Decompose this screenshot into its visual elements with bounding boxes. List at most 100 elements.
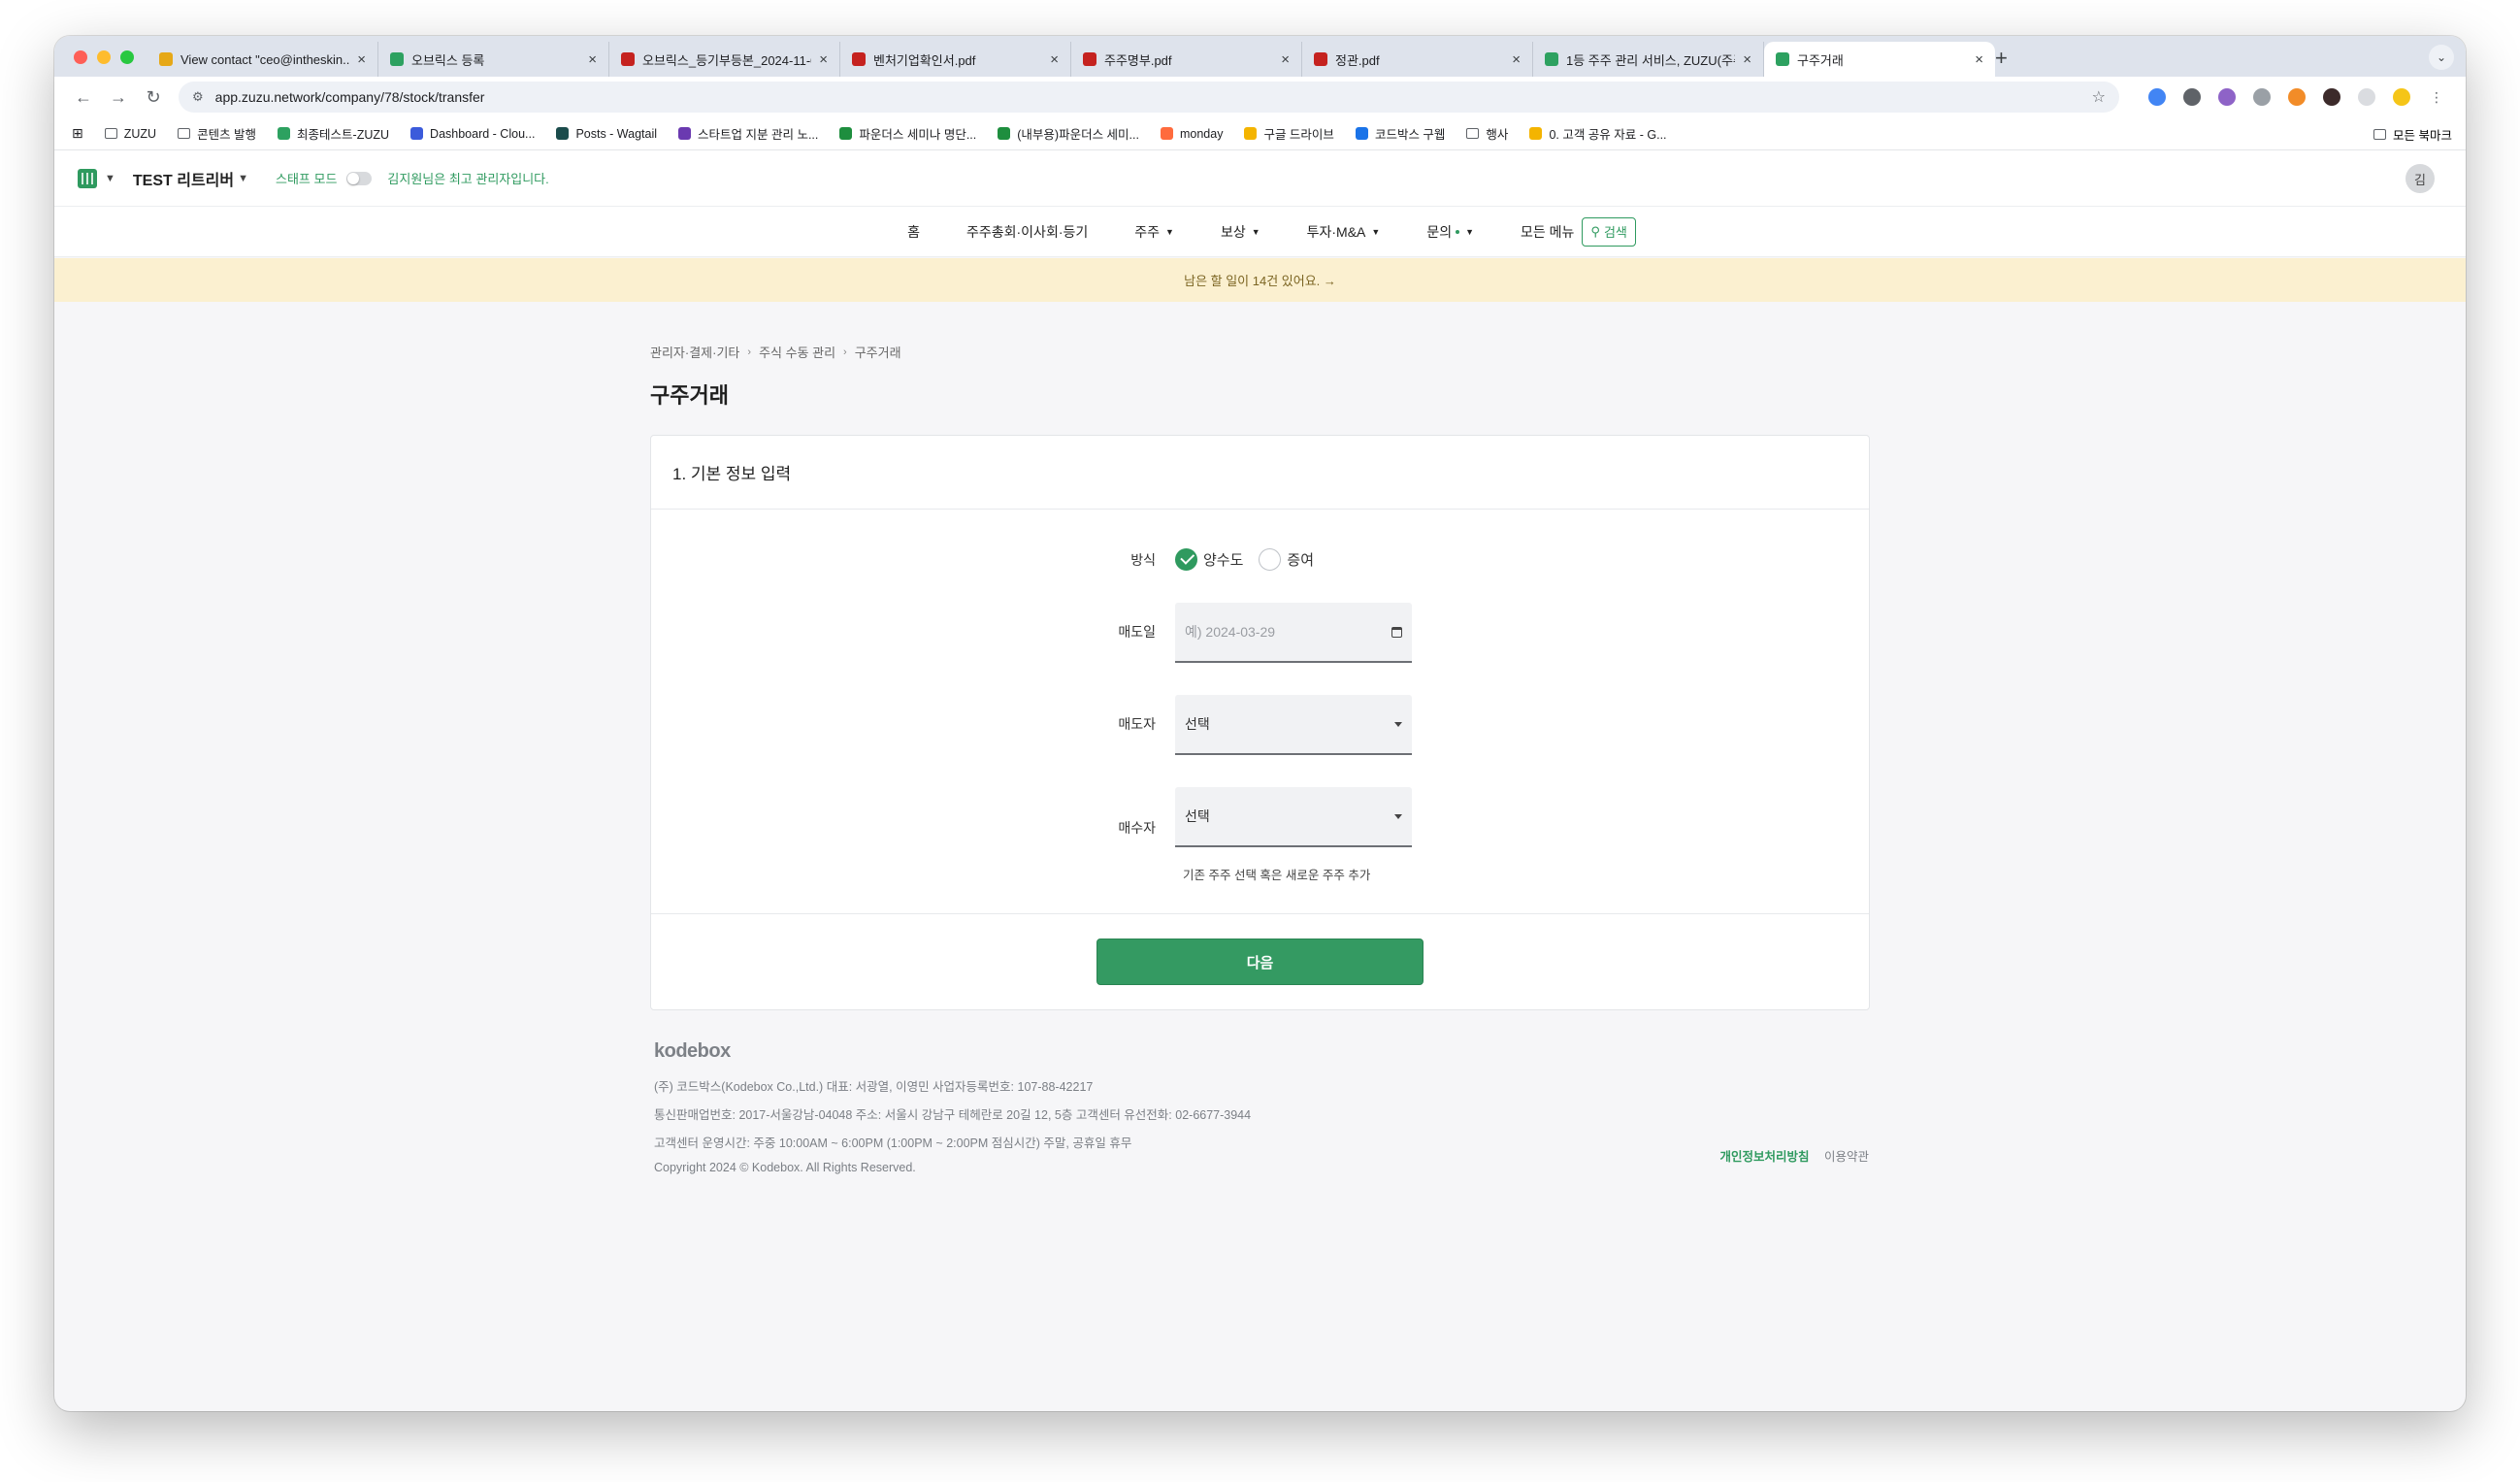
user-avatar[interactable]: 김 (2405, 164, 2435, 193)
notice-text[interactable]: 남은 할 일이 14건 있어요. → (1184, 271, 1336, 289)
extension-icon[interactable] (2323, 88, 2340, 106)
bookmark-item[interactable]: (내부용)파운더스 세미... (998, 124, 1139, 143)
bookmark-item[interactable]: 행사 (1466, 124, 1508, 143)
bookmark-item[interactable]: ZUZU (104, 127, 156, 141)
minimize-window-button[interactable] (97, 50, 111, 64)
bookmark-label: Dashboard - Clou... (430, 126, 536, 141)
browser-tab[interactable]: 벤처기업확인서.pdf × (840, 42, 1071, 77)
seller-select-value[interactable]: 선택 (1185, 714, 1394, 734)
nav-item-inquiry[interactable]: 문의 ▼ (1426, 222, 1474, 242)
site-info-icon[interactable]: ⚙ (192, 89, 204, 105)
bookmark-item[interactable]: 스타트업 지분 관리 노... (678, 124, 818, 143)
close-tab-icon[interactable]: × (1512, 51, 1521, 68)
breadcrumb-item[interactable]: 주식 수동 관리 (759, 343, 835, 361)
close-tab-icon[interactable]: × (357, 51, 366, 68)
bookmark-item[interactable]: monday (1160, 127, 1223, 141)
close-tab-icon[interactable]: × (588, 51, 597, 68)
todo-notice-banner[interactable]: 남은 할 일이 14건 있어요. → (54, 258, 2466, 302)
privacy-policy-link[interactable]: 개인정보처리방침 (1719, 1150, 1809, 1164)
tab-title: 오브릭스 등록 (411, 52, 485, 68)
radio-gift[interactable] (1259, 548, 1282, 571)
bookmark-item[interactable]: 구글 드라이브 (1244, 124, 1334, 143)
address-bar[interactable]: ⚙ app.zuzu.network/company/78/stock/tran… (179, 82, 2119, 113)
caret-down-icon[interactable] (1394, 813, 1402, 819)
browser-tab[interactable]: View contact "ceo@intheskin... × (147, 42, 378, 77)
radio-gift-label[interactable]: 증여 (1287, 549, 1314, 570)
browser-tab[interactable]: 주주명부.pdf × (1071, 42, 1302, 77)
tab-strip: View contact "ceo@intheskin... × 오브릭스 등록 ×… (54, 36, 2466, 77)
nav-item-meetings[interactable]: 주주총회·이사회·등기 (966, 222, 1088, 242)
chevron-down-icon[interactable]: ▼ (105, 173, 115, 184)
tab-favicon-icon (1314, 52, 1327, 66)
bookmarks-bar: ⊞ ZUZU 콘텐츠 발행 최종테스트-ZUZU Dashboard - Clou..… (54, 117, 2466, 150)
terms-link[interactable]: 이용약관 (1824, 1150, 1869, 1164)
browser-tab[interactable]: 정관.pdf × (1302, 42, 1533, 77)
apps-grid-icon[interactable]: ⊞ (72, 125, 83, 142)
url-text[interactable]: app.zuzu.network/company/78/stock/transf… (215, 89, 2092, 105)
extension-icon[interactable] (2183, 88, 2201, 106)
chevron-down-icon[interactable]: ▼ (238, 173, 248, 184)
all-bookmarks[interactable]: 모든 북마크 (2373, 117, 2452, 150)
back-arrow-icon[interactable]: ← (66, 87, 101, 108)
staff-mode-toggle[interactable] (346, 171, 373, 185)
breadcrumb-item[interactable]: 관리자·결제·기타 (650, 343, 739, 361)
new-tab-icon[interactable]: + (1995, 46, 2008, 71)
close-window-button[interactable] (74, 50, 87, 64)
nav-item-home[interactable]: 홈 (907, 222, 920, 242)
footer-line: 고객센터 운영시간: 주중 10:00AM ~ 6:00PM (1:00PM ~… (654, 1136, 1132, 1150)
nav-item-compensation[interactable]: 보상 ▼ (1221, 222, 1260, 242)
amazon-extension-icon[interactable] (2288, 88, 2306, 106)
buyer-select-value[interactable]: 선택 (1185, 807, 1394, 826)
nav-item-shareholders[interactable]: 주주 ▼ (1134, 222, 1174, 242)
radio-transfer-label[interactable]: 양수도 (1203, 549, 1243, 570)
bookmark-favicon-icon (410, 127, 424, 140)
footer-line: (주) 코드박스(Kodebox Co.,Ltd.) 대표: 서광열, 이영민 … (654, 1080, 1094, 1094)
bookmark-item[interactable]: 콘텐츠 발행 (178, 124, 256, 143)
nav-item-all-menu[interactable]: 모든 메뉴 (1521, 222, 1574, 242)
nav-item-investment[interactable]: 투자·M&A ▼ (1307, 222, 1381, 242)
close-tab-icon[interactable]: × (1050, 51, 1059, 68)
browser-tab[interactable]: 오브릭스_등기부등본_2024-11-0... × (609, 42, 840, 77)
translate-extension-icon[interactable] (2148, 88, 2166, 106)
caret-down-icon[interactable] (1394, 721, 1402, 727)
browser-tab[interactable]: 1등 주주 관리 서비스, ZUZU(주주) × (1533, 42, 1764, 77)
sale-date-input[interactable]: 예) 2024-03-29 (1175, 603, 1412, 663)
close-tab-icon[interactable]: × (1975, 51, 1983, 68)
close-tab-icon[interactable]: × (819, 51, 828, 68)
more-menu-icon[interactable]: ⋮ (2428, 88, 2445, 106)
bookmark-item[interactable]: 코드박스 구웹 (1355, 124, 1445, 143)
reload-icon[interactable]: ↻ (136, 87, 171, 108)
sale-date-placeholder[interactable]: 예) 2024-03-29 (1185, 622, 1391, 642)
pen-extension-icon[interactable] (2218, 88, 2236, 106)
bookmark-item[interactable]: Dashboard - Clou... (410, 127, 535, 141)
buyer-select[interactable]: 선택 (1175, 787, 1412, 847)
chevron-right-icon: › (843, 346, 847, 358)
bookmark-item[interactable]: Posts - Wagtail (556, 127, 657, 141)
puzzle-icon[interactable] (2358, 88, 2375, 106)
bookmark-label: 구글 드라이브 (1263, 128, 1334, 142)
forward-arrow-icon[interactable]: → (101, 87, 136, 108)
tab-search-chevron-icon[interactable]: ⌄ (2429, 45, 2454, 70)
zoom-window-button[interactable] (120, 50, 134, 64)
bookmark-item[interactable]: 0. 고객 공유 자료 - G... (1529, 124, 1667, 143)
calendar-icon[interactable] (1391, 626, 1402, 638)
seller-select[interactable]: 선택 (1175, 695, 1412, 755)
close-tab-icon[interactable]: × (1281, 51, 1290, 68)
browser-tab[interactable]: 오브릭스 등록 × (378, 42, 609, 77)
bookmark-item[interactable]: 파운더스 세미나 명단... (839, 124, 976, 143)
profile-avatar-icon[interactable] (2393, 88, 2410, 106)
seller-label: 매도자 (1118, 716, 1156, 732)
bookmark-label: 콘텐츠 발행 (197, 128, 257, 142)
camera-extension-icon[interactable] (2253, 88, 2271, 106)
browser-tab-active[interactable]: 구주거래 × (1764, 42, 1995, 77)
tab-title: View contact "ceo@intheskin... (180, 51, 350, 67)
bookmark-star-icon[interactable]: ☆ (2092, 87, 2106, 107)
close-tab-icon[interactable]: × (1743, 51, 1751, 68)
next-button[interactable]: 다음 (1096, 939, 1424, 985)
search-button[interactable]: ⚲ 검색 (1582, 216, 1636, 247)
company-selector[interactable]: TEST 리트리버 (133, 167, 234, 190)
radio-transfer[interactable] (1175, 548, 1197, 571)
company-building-icon[interactable] (78, 168, 97, 188)
main-navigation: 홈 주주총회·이사회·등기 주주 ▼ 보상 ▼ 투자·M&A ▼ 문의 ▼ 모든 메뉴 … (54, 207, 2466, 257)
bookmark-item[interactable]: 최종테스트-ZUZU (278, 124, 389, 143)
